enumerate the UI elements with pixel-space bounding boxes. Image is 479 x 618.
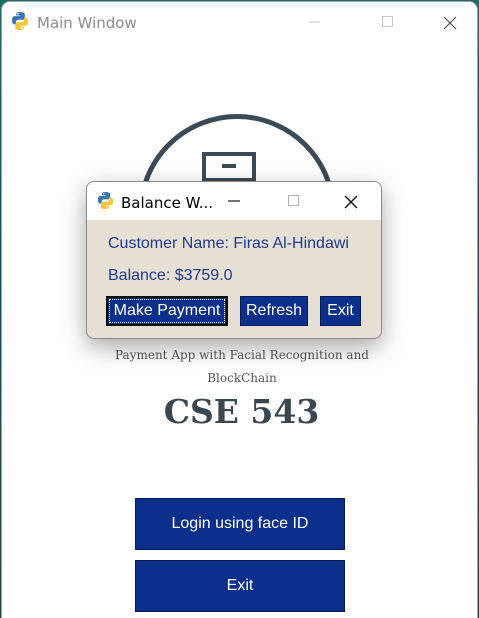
close-icon (443, 16, 457, 30)
exit-button[interactable]: Exit (135, 560, 345, 612)
main-titlebar[interactable]: Main Window (2, 2, 477, 42)
popup-close-button[interactable] (328, 182, 374, 220)
minimize-button[interactable] (292, 2, 338, 42)
balance-window: Balance W... Customer Name: Firas Al-Hin… (86, 181, 382, 339)
main-window-title: Main Window (37, 14, 137, 32)
course-heading: CSE 543 (163, 392, 320, 431)
maximize-icon (288, 195, 299, 206)
balance-titlebar[interactable]: Balance W... (87, 182, 381, 220)
balance-label: Balance: $3759.0 (108, 267, 233, 284)
make-payment-button[interactable]: Make Payment (106, 296, 228, 326)
maximize-icon (382, 16, 393, 27)
python-icon (97, 191, 114, 210)
login-face-id-button[interactable]: Login using face ID (135, 498, 345, 550)
popup-exit-button[interactable]: Exit (320, 296, 361, 326)
minimize-icon (228, 200, 240, 202)
popup-maximize-button[interactable] (272, 182, 318, 220)
python-icon (12, 12, 28, 30)
close-button[interactable] (426, 2, 472, 42)
customer-name-label: Customer Name: Firas Al-Hindawi (108, 235, 349, 252)
balance-window-title: Balance W... (121, 194, 214, 212)
refresh-button[interactable]: Refresh (240, 296, 308, 326)
popup-minimize-button[interactable] (212, 182, 258, 220)
maximize-button[interactable] (365, 2, 411, 42)
close-icon (344, 195, 358, 209)
minimize-icon (309, 21, 320, 23)
app-subtitle: Payment App with Facial Recognition and … (115, 348, 369, 385)
